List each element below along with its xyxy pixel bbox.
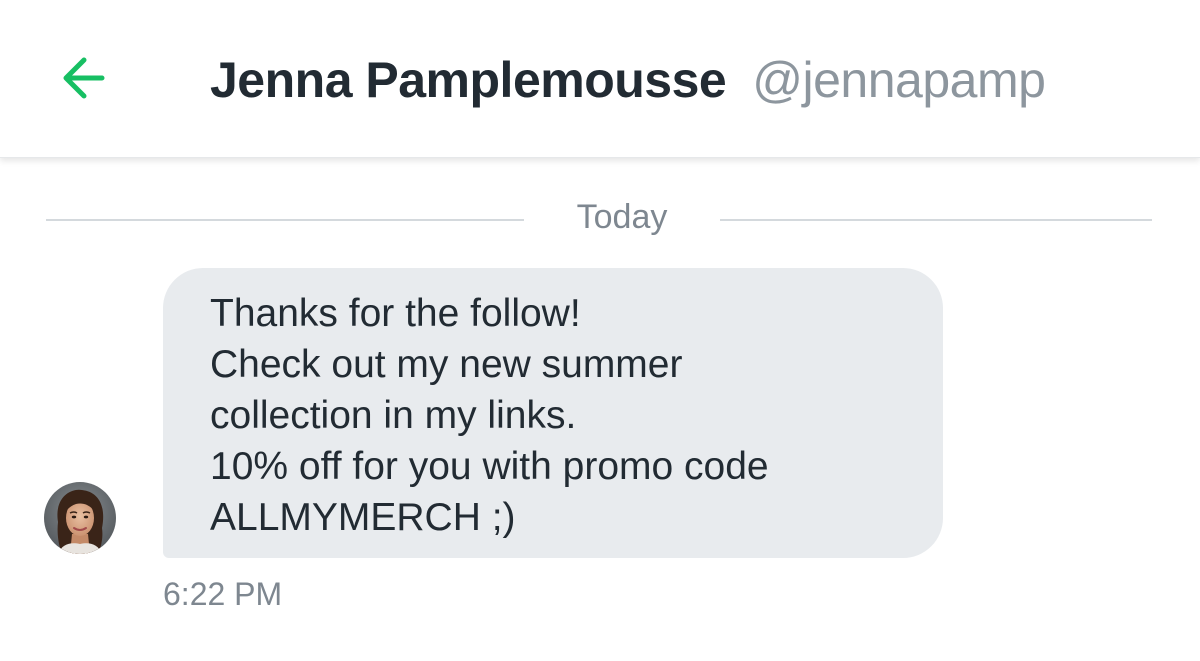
message-timestamp: 6:22 PM xyxy=(163,576,283,612)
divider-line-left xyxy=(46,219,524,221)
date-divider-label: Today xyxy=(576,198,668,236)
avatar-photo xyxy=(44,482,116,554)
message-text-line: Thanks for the follow! xyxy=(210,292,581,335)
arrow-left-icon xyxy=(63,57,105,99)
message-text-line: collection in my links. xyxy=(210,394,577,437)
header-title: Jenna Pamplemousse @jennapamp xyxy=(210,44,1046,116)
message-text-line: 10% off for you with promo code xyxy=(210,445,769,488)
avatar[interactable] xyxy=(44,482,116,554)
dm-conversation-screen: Jenna Pamplemousse @jennapamp Today Than… xyxy=(0,0,1200,661)
message-text-line: Check out my new summer xyxy=(210,343,683,386)
date-divider: Today xyxy=(46,196,1152,244)
conversation-header: Jenna Pamplemousse @jennapamp xyxy=(0,0,1200,158)
back-button[interactable] xyxy=(48,46,116,110)
message-text-line: ALLMYMERCH ;) xyxy=(210,496,516,539)
divider-line-right xyxy=(720,219,1152,221)
message-bubble[interactable]: Thanks for the follow! Check out my new … xyxy=(163,268,943,558)
contact-handle[interactable]: @jennapamp xyxy=(752,51,1046,109)
contact-display-name[interactable]: Jenna Pamplemousse xyxy=(210,51,727,109)
